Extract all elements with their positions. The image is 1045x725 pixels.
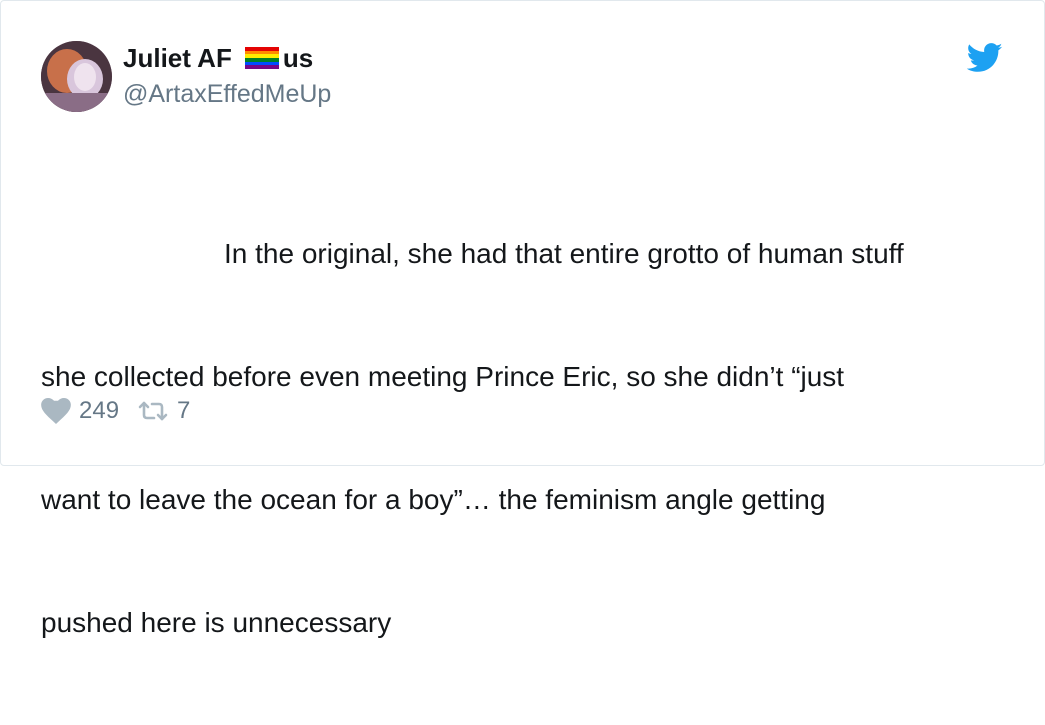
user-handle[interactable]: @ArtaxEffedMeUp <box>123 79 331 109</box>
tweet-text-line: In the original, she had that entire gro… <box>224 238 904 269</box>
tweet-text-line: she collected before even meeting Prince… <box>41 361 845 392</box>
heart-icon <box>41 398 71 424</box>
avatar-image <box>41 41 112 112</box>
twitter-bird-icon[interactable] <box>966 43 1003 73</box>
display-name[interactable]: Juliet AF <box>123 41 232 75</box>
author-name-row[interactable]: Juliet AF us <box>123 41 313 75</box>
tweet-text: In the original, she had that entire gro… <box>41 151 1001 725</box>
tweet-actions: 249 7 <box>41 396 190 426</box>
tweet-text-line: want to leave the ocean for a boy”… the … <box>41 484 826 515</box>
rainbow-flag-icon <box>244 47 279 69</box>
display-name-suffix: us <box>282 43 314 73</box>
tweet-card: Juliet AF us @ArtaxEffedMeUp In the orig… <box>0 0 1045 638</box>
like-button[interactable]: 249 <box>41 396 119 426</box>
like-count: 249 <box>79 397 120 424</box>
tweet-text-line: pushed here is unnecessary <box>41 607 392 638</box>
retweet-button[interactable]: 7 <box>137 396 190 426</box>
retweet-count: 7 <box>177 397 191 424</box>
retweet-icon <box>137 400 169 422</box>
avatar[interactable] <box>41 41 112 112</box>
